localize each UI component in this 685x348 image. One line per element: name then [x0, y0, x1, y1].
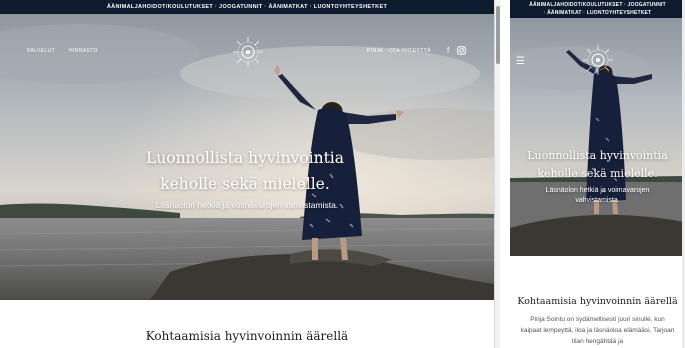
hamburger-menu-icon[interactable]: ☰: [516, 56, 525, 67]
facebook-icon[interactable]: f: [447, 46, 449, 55]
mobile-hero-section: ☰ Luonnollista hyvinvointia keholle sekä…: [510, 18, 685, 256]
nav-palvelut[interactable]: PALVELUT: [27, 48, 55, 54]
nav-ota-yhteytta[interactable]: OTA YHTEYTTÄ: [389, 48, 431, 54]
mobile-hero-heading-line2: keholle sekä mielelle.: [537, 167, 658, 180]
hero-heading-line1: Luonnollista hyvinvointia: [145, 149, 345, 167]
hero-heading: Luonnollista hyvinvointia keholle sekä m…: [130, 145, 360, 197]
nav-hinnasto[interactable]: HINNASTO: [69, 48, 98, 54]
hero-section: PALVELUT HINNASTO PINJA OTA YHTEYTTÄ f L…: [0, 14, 494, 300]
logo-mandala-icon[interactable]: [232, 36, 264, 68]
hero-heading-line2: keholle sekä mielelle.: [160, 175, 330, 193]
mobile-announcement-line1: ÄÄNIMALJAHOIDOT/KOULUTUKSET · JOOGATUNNI…: [529, 2, 666, 8]
hero-subtext: Läsnäolon hetkiä ja voimavarojen vahvist…: [155, 200, 339, 210]
section-title: Kohtaamisia hyvinvoinnin äärellä: [145, 329, 349, 343]
mobile-section-body: Pinja Sointu on sydämellisesti juuri sin…: [520, 316, 675, 345]
desktop-viewport: ÄÄNIMALJAHOIDOT/KOULUTUKSET · JOOGATUNNI…: [0, 0, 494, 348]
instagram-icon[interactable]: [457, 46, 466, 55]
mobile-section-title: Kohtaamisia hyvinvoinnin äärellä: [517, 296, 678, 307]
announcement-bar: ÄÄNIMALJAHOIDOT/KOULUTUKSET · JOOGATUNNI…: [0, 0, 494, 14]
mobile-hero-heading: Luonnollista hyvinvointia keholle sekä m…: [524, 147, 671, 183]
mobile-viewport: ÄÄNIMALJAHOIDOT/KOULUTUKSET · JOOGATUNNI…: [510, 0, 685, 348]
nav-pinja[interactable]: PINJA: [367, 48, 383, 54]
mobile-logo-mandala-icon[interactable]: [582, 44, 614, 76]
mobile-hero-heading-line1: Luonnollista hyvinvointia: [527, 149, 668, 162]
mobile-hero-subtext: Läsnäolon hetkiä ja voimavarojen vahvist…: [545, 187, 650, 204]
mobile-announcement-line2: · ÄÄNIMATKAT · LUONTOYHTEYSHETKET: [543, 10, 652, 16]
mobile-announcement-bar: ÄÄNIMALJAHOIDOT/KOULUTUKSET · JOOGATUNNI…: [510, 0, 685, 18]
frame-gap: [500, 0, 510, 348]
